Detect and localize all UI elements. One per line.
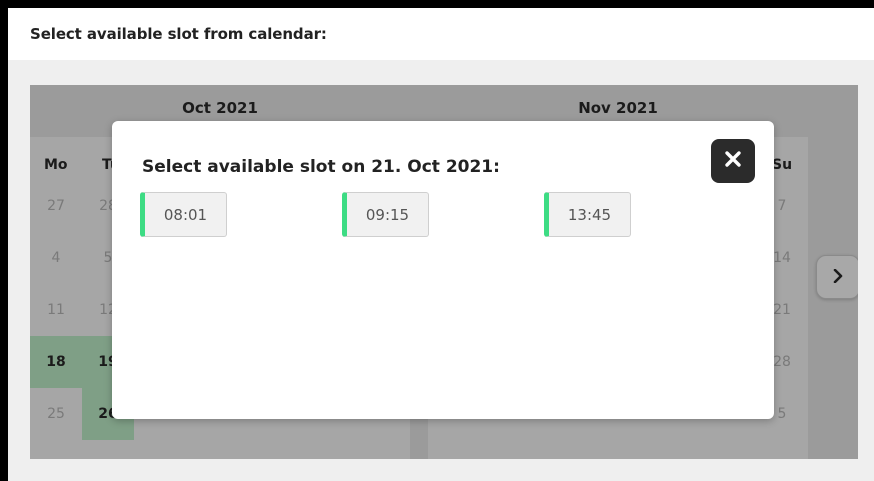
- modal-title: Select available slot on 21. Oct 2021:: [142, 157, 500, 177]
- booking-widget: Select available slot from calendar: Oct…: [8, 8, 874, 481]
- day-cell: 11: [47, 302, 65, 318]
- day-cell: 27: [47, 198, 65, 214]
- next-month-button[interactable]: [816, 255, 858, 299]
- day-cell: 4: [51, 250, 61, 266]
- dow-label: Mo: [44, 157, 68, 173]
- time-slot-button[interactable]: 08:01: [140, 192, 227, 237]
- close-icon: [724, 150, 742, 172]
- dow-label: Su: [772, 157, 793, 173]
- close-button[interactable]: [711, 139, 755, 183]
- page-heading: Select available slot from calendar:: [30, 25, 327, 43]
- day-cell-available[interactable]: 18: [30, 336, 82, 388]
- slot-picker-modal: Select available slot on 21. Oct 2021: 0…: [112, 121, 774, 419]
- month-title: Oct 2021: [182, 99, 258, 117]
- day-cell: 25: [47, 406, 65, 422]
- month-title: Nov 2021: [578, 99, 658, 117]
- time-slot-button[interactable]: 09:15: [342, 192, 429, 237]
- time-slot-button[interactable]: 13:45: [544, 192, 631, 237]
- chevron-right-icon: [832, 268, 844, 287]
